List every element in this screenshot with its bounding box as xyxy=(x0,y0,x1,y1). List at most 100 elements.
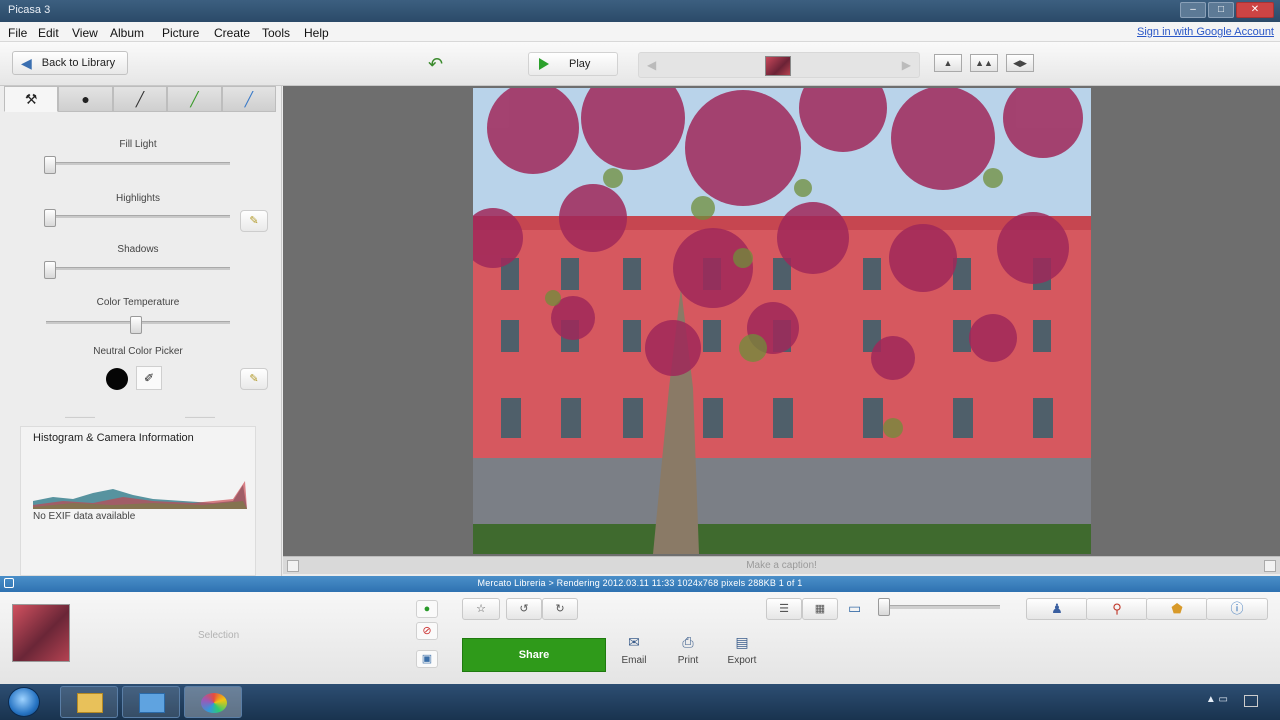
caption-input[interactable]: Make a caption! xyxy=(283,560,1280,571)
edit-tabs: ⚒ ● ╱ ╱ ╱ xyxy=(4,86,277,112)
taskbar-explorer[interactable] xyxy=(60,686,118,718)
neutral-auto-button[interactable]: ✎ xyxy=(240,368,268,390)
minimize-button[interactable]: – xyxy=(1180,2,1206,18)
fill-light-slider[interactable] xyxy=(44,156,56,174)
next-photo-icon[interactable]: ▶ xyxy=(902,58,911,72)
print-icon: ⎙ xyxy=(682,634,694,650)
photo-canvas xyxy=(283,86,1280,556)
photo-view[interactable] xyxy=(473,88,1091,554)
clear-icon[interactable]: ⊘ xyxy=(416,622,438,640)
compare-view-button[interactable]: ◀▶ xyxy=(1006,54,1034,72)
action-center-icon[interactable] xyxy=(1244,695,1258,707)
taskbar-desktop[interactable] xyxy=(122,686,180,718)
print-label: Print xyxy=(677,655,699,666)
export-icon: ▤ xyxy=(735,634,749,650)
start-icon[interactable] xyxy=(8,687,40,717)
histogram-title: Histogram & Camera Information xyxy=(33,432,194,444)
green-brush-icon: ╱ xyxy=(190,90,199,107)
fill-light-track[interactable] xyxy=(46,162,230,165)
color-temperature-label: Color Temperature xyxy=(96,297,180,308)
undo-icon[interactable]: ↶ xyxy=(428,54,443,75)
email-label: Email xyxy=(621,655,647,666)
list-view-button[interactable]: ☰ xyxy=(766,598,802,620)
rotate-left-button[interactable]: ↺ xyxy=(506,598,542,620)
brush-icon: ╱ xyxy=(135,90,145,107)
email-button[interactable]: ✉ Email xyxy=(614,634,654,666)
shadows-slider[interactable] xyxy=(44,261,56,279)
color-temperature-slider[interactable] xyxy=(130,316,142,334)
menu-album[interactable]: Album xyxy=(110,26,144,40)
neutral-color-picker-label: Neutral Color Picker xyxy=(93,346,183,357)
back-to-library-button[interactable]: ◀ Back to Library xyxy=(12,51,128,75)
menu-view[interactable]: View xyxy=(72,26,98,40)
grid-view-button[interactable]: ▦ xyxy=(802,598,838,620)
taskbar-picasa[interactable] xyxy=(184,686,242,718)
previous-photo-icon[interactable]: ◀ xyxy=(647,58,656,72)
split-view-button[interactable]: ▲▲ xyxy=(970,54,998,72)
selected-photo-thumbnail[interactable] xyxy=(12,604,70,662)
single-view-button[interactable]: ▲ xyxy=(934,54,962,72)
hold-icon[interactable]: ● xyxy=(416,600,438,618)
exif-note: No EXIF data available xyxy=(33,511,136,522)
tab-effects[interactable]: ╱ xyxy=(112,86,168,112)
picasa-icon xyxy=(201,693,227,713)
folder-icon xyxy=(77,693,103,713)
picasa-window: Picasa 3 – □ ✕ File Edit View Album Pict… xyxy=(0,0,1280,684)
menu-edit[interactable]: Edit xyxy=(38,26,59,40)
menu-picture[interactable]: Picture xyxy=(162,26,199,40)
bulb-icon: ● xyxy=(81,91,90,107)
play-label: Play xyxy=(569,58,591,70)
eyedropper-icon[interactable]: ✐ xyxy=(136,366,162,390)
highlights-auto-button[interactable]: ✎ xyxy=(240,210,268,232)
title-bar: Picasa 3 – □ ✕ xyxy=(0,0,1280,22)
window-controls: – □ ✕ xyxy=(1180,2,1274,18)
menu-file[interactable]: File xyxy=(8,26,27,40)
caption-right-toggle[interactable] xyxy=(1264,560,1276,572)
fill-light-label: Fill Light xyxy=(119,139,157,150)
camera-icon: ▭ xyxy=(848,600,862,616)
star-button[interactable]: ☆ xyxy=(462,598,500,620)
export-button[interactable]: ▤ Export xyxy=(722,634,762,666)
panel-divider: ——— ——— xyxy=(65,412,215,423)
info-icon[interactable]: ⓘ xyxy=(1206,598,1268,620)
tab-effects-extra[interactable]: ╱ xyxy=(221,86,277,112)
os-taskbar: ▲ ▭ xyxy=(0,684,1280,720)
highlights-track[interactable] xyxy=(46,215,230,218)
monitor-icon xyxy=(139,693,165,713)
close-button[interactable]: ✕ xyxy=(1236,2,1274,18)
tab-effects-more[interactable]: ╱ xyxy=(167,86,222,112)
sign-in-link[interactable]: Sign in with Google Account xyxy=(1137,26,1274,38)
share-button[interactable]: Share xyxy=(462,638,606,672)
maximize-button[interactable]: □ xyxy=(1208,2,1234,18)
people-icon[interactable]: ♟ xyxy=(1026,598,1088,620)
back-arrow-icon: ◀ xyxy=(21,54,32,71)
photo-image xyxy=(473,88,1091,554)
play-slideshow-button[interactable]: Play xyxy=(528,52,618,76)
window-title: Picasa 3 xyxy=(8,4,51,16)
menu-help[interactable]: Help xyxy=(304,26,329,40)
geotag-icon[interactable]: ⚲ xyxy=(1086,598,1148,620)
menu-tools[interactable]: Tools xyxy=(262,26,290,40)
blue-brush-icon: ╱ xyxy=(244,90,254,107)
tags-icon[interactable]: ⬟ xyxy=(1146,598,1208,620)
tab-tuning[interactable]: ● xyxy=(58,86,113,112)
caption-bar: Make a caption! xyxy=(283,556,1280,574)
highlights-slider[interactable] xyxy=(44,209,56,227)
rotate-right-button[interactable]: ↻ xyxy=(542,598,578,620)
zoom-slider[interactable] xyxy=(878,598,890,616)
status-bar: Mercato Libreria > Rendering 2012.03.11 … xyxy=(0,576,1280,592)
menu-bar: File Edit View Album Picture Create Tool… xyxy=(0,22,1280,42)
add-to-album-icon[interactable]: ▣ xyxy=(416,650,438,668)
shadows-track[interactable] xyxy=(46,267,230,270)
menu-create[interactable]: Create xyxy=(214,26,250,40)
shadows-label: Shadows xyxy=(117,244,159,255)
neutral-color-swatch[interactable] xyxy=(106,368,128,390)
current-photo-thumbnail[interactable] xyxy=(765,56,791,76)
tab-basic-fixes[interactable]: ⚒ xyxy=(4,86,59,112)
view-mode-buttons: ▲ ▲▲ ◀▶ xyxy=(934,54,1034,72)
edit-panel: ⚒ ● ╱ ╱ ╱ Fill Light Highlights ✎ Shadow… xyxy=(0,86,282,576)
email-icon: ✉ xyxy=(628,634,640,650)
zoom-slider-track[interactable] xyxy=(880,605,1000,609)
print-button[interactable]: ⎙ Print xyxy=(668,634,708,666)
photo-navigator: ◀ ▶ xyxy=(638,52,920,78)
